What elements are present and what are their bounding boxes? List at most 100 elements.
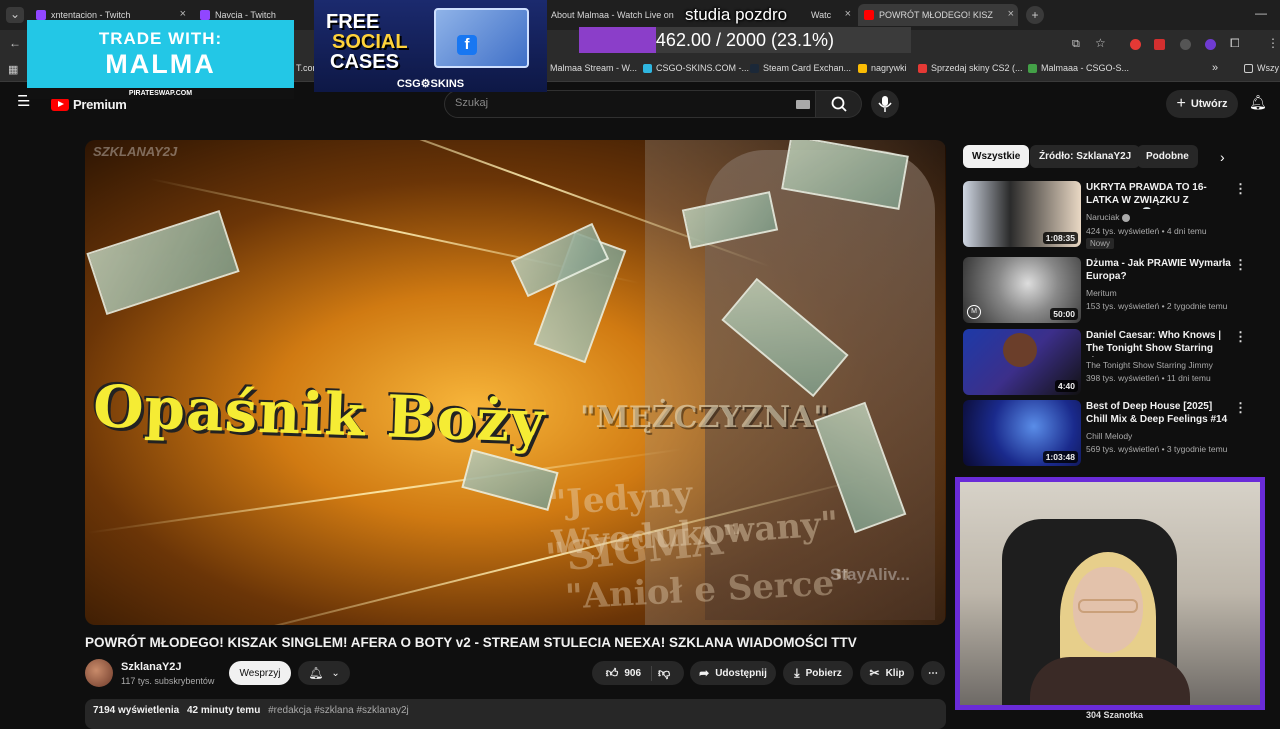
star-icon[interactable]: ☆ (1095, 36, 1106, 50)
more-horiz-icon: ⋯ (928, 667, 938, 679)
voice-search-button[interactable] (871, 90, 899, 118)
recommendation-channel[interactable]: The Tonight Show Starring Jimmy Fallon (1086, 360, 1214, 370)
globe-icon (1028, 63, 1037, 73)
share-label: Udostępnij (715, 667, 767, 679)
like-button[interactable]: 👍︎ 906 (606, 665, 653, 681)
bell-icon: 🔔︎ (308, 666, 324, 680)
tab-search-icon[interactable]: ⌄ (6, 7, 24, 23)
extension-icon[interactable] (1205, 39, 1216, 50)
close-icon[interactable]: × (1008, 8, 1014, 20)
minimize-icon[interactable]: — (1255, 6, 1267, 20)
recommendation-item[interactable]: 4:40 Daniel Caesar: Who Knows | The Toni… (963, 329, 1253, 397)
recommendation-channel[interactable]: Meritum (1086, 288, 1117, 298)
more-vert-icon[interactable]: ⋮ (1234, 400, 1247, 416)
more-vert-icon[interactable]: ⋮ (1267, 36, 1279, 50)
video-thumbnail[interactable]: 1:08:35 (963, 181, 1081, 247)
recommendation-meta: 153 tys. wyświetleń • 2 tygodnie temu (1086, 301, 1228, 311)
more-vert-icon[interactable]: ⋮ (1234, 181, 1247, 197)
logo-text: Premium (73, 97, 127, 112)
chip-related[interactable]: Podobne (1137, 145, 1198, 168)
bookmark-item[interactable]: Malmaaa - CSGO-S... (1028, 63, 1129, 73)
recommendation-item-partial[interactable]: 304 Szanotka (963, 710, 1263, 720)
support-label: Wesprzyj (239, 667, 281, 679)
chip-label: Wszystkie (972, 151, 1021, 162)
bookmarks-more-button[interactable]: » (1212, 62, 1218, 74)
recommendation-title[interactable]: Best of Deep House [2025] Chill Mix & De… (1086, 400, 1236, 426)
tab-3[interactable]: About Malmaa - Watch Live on (545, 4, 680, 26)
extension-icon[interactable] (1130, 39, 1141, 50)
download-button[interactable]: ⤓ Pobierz (783, 661, 853, 685)
trade-overlay-banner: TRADE WITH: MALMA PIRATESWAP.COM (27, 20, 294, 99)
more-vert-icon[interactable]: ⋮ (1234, 329, 1247, 345)
video-watermark: StayAliv... (830, 565, 910, 584)
close-icon[interactable]: × (180, 8, 186, 20)
more-vert-icon[interactable]: ⋮ (1234, 257, 1247, 273)
search-icon (831, 96, 847, 112)
tab-4[interactable]: Watc × (805, 4, 855, 26)
channel-name[interactable]: SzklanaY2J (121, 661, 182, 673)
close-icon[interactable]: × (845, 8, 851, 20)
overlay-url: PIRATESWAP.COM (27, 88, 294, 99)
recommendation-item[interactable]: 1:08:35 UKRYTA PRAWDA TO 16-LATKA W ZWIĄ… (963, 181, 1253, 249)
bookmark-label: CSGO-SKINS.COM -... (656, 63, 750, 73)
tab-5-active[interactable]: POWRÓT MŁODEGO! KISZ × (858, 4, 1018, 26)
dislike-button[interactable]: 👎︎ (658, 666, 670, 681)
chevron-right-icon[interactable]: › (1220, 149, 1225, 165)
bookmark-label: Steam Card Exchan... (763, 63, 852, 73)
video-thumbnail[interactable]: 1:03:48 (963, 400, 1081, 466)
create-button[interactable]: + Utwórz (1166, 90, 1238, 118)
share-button[interactable]: ➦ Udostępnij (690, 661, 776, 685)
bookmark-item[interactable]: CSGO-SKINS.COM -... (643, 63, 749, 73)
recommendation-channel[interactable]: Chill Melody (1086, 431, 1132, 441)
recommendation-title[interactable]: Daniel Caesar: Who Knows | The Tonight S… (1086, 329, 1236, 357)
bookmark-folder[interactable]: Wszy (1244, 63, 1279, 73)
puzzle-icon[interactable]: ⧠ (1230, 36, 1240, 50)
plus-icon: + (1176, 95, 1186, 112)
recommendation-item[interactable]: 1:03:48 Best of Deep House [2025] Chill … (963, 400, 1253, 468)
more-actions-button[interactable]: ⋯ (921, 661, 945, 685)
description-box[interactable]: 7194 wyświetlenia 42 minuty temu #redakc… (85, 699, 946, 729)
notification-button[interactable]: 🔔︎ ⌄ (298, 661, 350, 685)
new-tab-icon[interactable]: + (1026, 6, 1044, 24)
like-dislike-group: 👍︎ 906 👎︎ (592, 661, 684, 685)
recommendation-title[interactable]: UKRYTA PRAWDA TO 16-LATKA W ZWIĄZKU Z KS… (1086, 181, 1236, 209)
recommendation-title[interactable]: Dżuma - Jak PRAWIE Wymarła Europa? (1086, 257, 1236, 283)
recommendation-channel[interactable]: Naruciak (1086, 212, 1130, 222)
chevron-right-icon: » (1212, 62, 1219, 74)
keyboard-icon[interactable] (796, 100, 810, 109)
bookmark-item[interactable]: nagrywki (858, 63, 907, 73)
tab-title: About Malmaa - Watch Live on (551, 10, 674, 20)
video-title: POWRÓT MŁODEGO! KISZAK SINGLEM! AFERA O … (85, 635, 857, 650)
folder-icon (1244, 63, 1253, 73)
extension-icon[interactable] (1180, 39, 1191, 50)
cast-icon[interactable]: ⧉ (1072, 37, 1080, 51)
overlay-text: CASES (330, 51, 399, 73)
bookmark-item[interactable]: Sprzedaj skiny CS2 (... (918, 63, 1023, 73)
extension-icon[interactable] (1154, 39, 1165, 50)
globe-icon (918, 63, 927, 73)
recommendation-item[interactable]: M 50:00 Dżuma - Jak PRAWIE Wymarła Europ… (963, 257, 1253, 325)
youtube-logo[interactable]: Premium (51, 97, 127, 112)
twitch-icon (200, 10, 210, 20)
recommendation-title: 304 Szanotka (1086, 710, 1144, 720)
apps-grid-icon[interactable]: ▦ (8, 63, 18, 77)
channel-avatar[interactable] (85, 659, 113, 687)
hashtags[interactable]: #redakcja #szklana #szklanay2j (268, 705, 409, 716)
clip-button[interactable]: ✂ Klip (860, 661, 914, 685)
chip-source[interactable]: Źródło: SzklanaY2J (1030, 145, 1141, 168)
video-thumbnail[interactable]: M 50:00 (963, 257, 1081, 323)
chip-all[interactable]: Wszystkie (963, 145, 1030, 168)
bell-icon[interactable]: 🔔︎ (1249, 95, 1267, 109)
bookmark-item[interactable]: Malmaa Stream - W... (550, 63, 637, 73)
dollar-bill-image (86, 209, 240, 316)
bookmark-item[interactable]: Steam Card Exchan... (750, 63, 851, 73)
video-thumbnail[interactable]: 4:40 (963, 329, 1081, 395)
search-button[interactable] (816, 90, 862, 118)
support-button[interactable]: Wesprzyj (229, 661, 291, 685)
twitch-icon (36, 10, 46, 20)
back-arrow-icon[interactable]: ← (9, 36, 21, 50)
video-player[interactable]: SZKLANAY2J Opaśnik Boży "MĘŻCZYZNA" "Jed… (85, 140, 946, 625)
new-badge: Nowy (1086, 238, 1115, 249)
search-input[interactable]: Szukaj (444, 90, 816, 118)
upload-time: 42 minuty temu (186, 705, 261, 716)
